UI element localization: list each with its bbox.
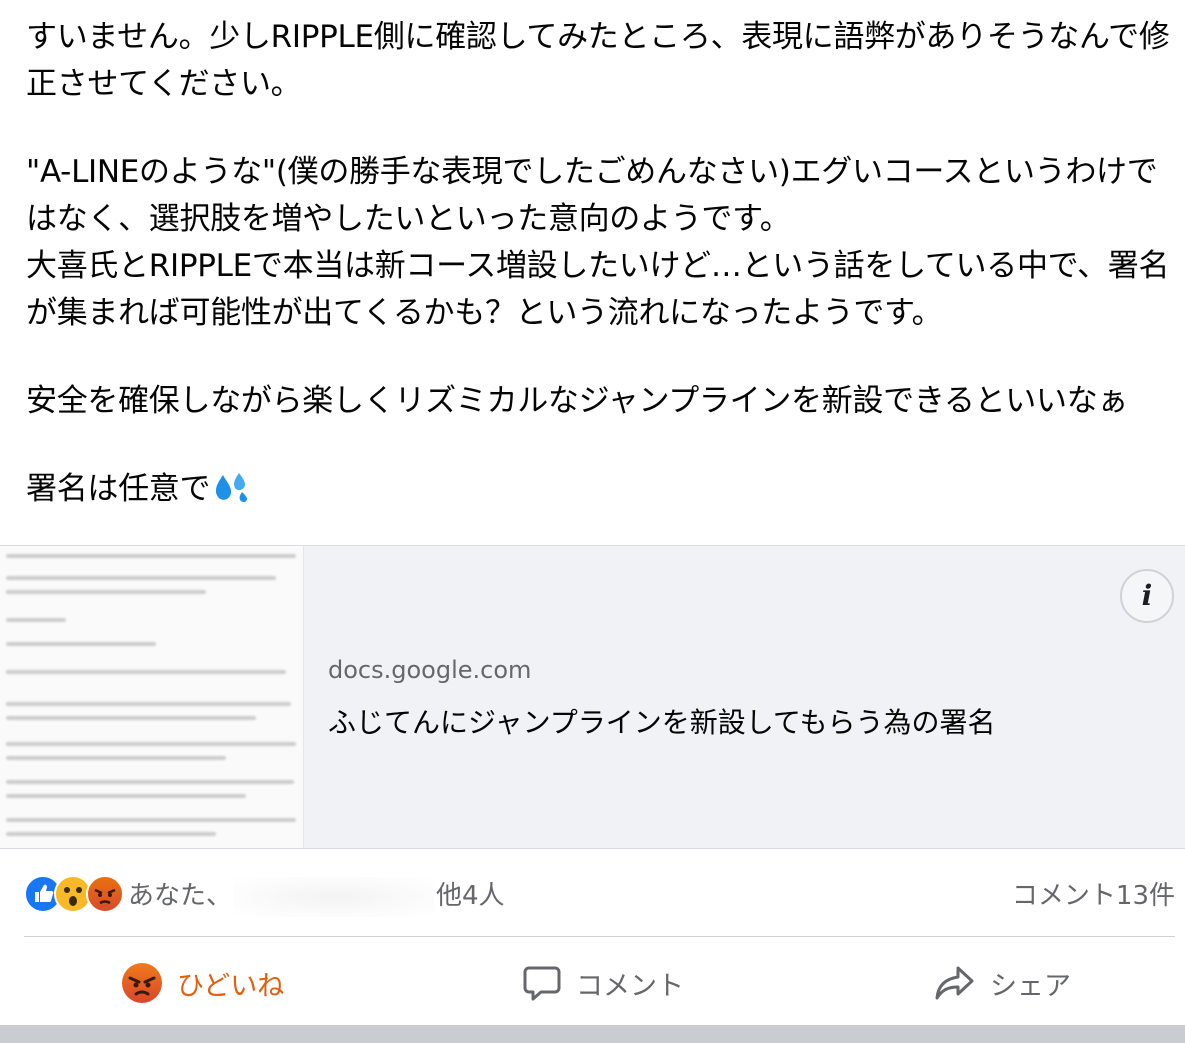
comment-label: コメント bbox=[576, 970, 684, 1002]
reaction-suffix: 他4人 bbox=[436, 881, 505, 911]
react-label: ひどいね bbox=[177, 970, 285, 1002]
angry-face-icon bbox=[122, 963, 162, 1003]
link-domain: docs.google.com bbox=[328, 656, 532, 684]
post-paragraph-4-text: 署名は任意で bbox=[26, 471, 211, 507]
reaction-summary[interactable]: あなた、 他4人 bbox=[24, 873, 505, 917]
comment-count[interactable]: コメント13件 bbox=[1012, 875, 1175, 912]
redacted-names bbox=[234, 876, 435, 917]
post-paragraph-3: 安全を確保しながら楽しくリズミカルなジャンプラインを新設できるといいなぁ bbox=[26, 383, 1129, 419]
sweat-droplets-icon bbox=[212, 471, 250, 519]
link-title[interactable]: ふじてんにジャンプラインを新設してもらう為の署名 bbox=[328, 701, 996, 741]
share-button[interactable]: シェア bbox=[934, 958, 1071, 1008]
post-paragraph-1: すいません。少しRIPPLE側に確認してみたところ、表現に語弊がありそうなんで修… bbox=[26, 19, 1170, 102]
info-icon[interactable]: i bbox=[1120, 569, 1174, 623]
comment-bubble-icon bbox=[523, 966, 561, 1001]
reaction-prefix: あなた、 bbox=[128, 881, 233, 911]
reaction-names[interactable]: あなた、 他4人 bbox=[128, 875, 505, 917]
link-preview-card[interactable] bbox=[0, 545, 1185, 849]
post-paragraph-2: "A-LINEのような"(僕の勝手な表現でしたごめんなさい)エグいコースというわ… bbox=[26, 154, 1170, 331]
share-arrow-icon bbox=[935, 966, 974, 1000]
feed-separator bbox=[0, 1025, 1185, 1043]
post-paragraph-4: 署名は任意で bbox=[26, 466, 1176, 519]
action-divider bbox=[24, 936, 1175, 937]
react-button[interactable]: ひどいね bbox=[121, 958, 284, 1008]
link-thumbnail[interactable] bbox=[0, 546, 304, 848]
angry-reaction-icon bbox=[86, 875, 124, 913]
share-label: シェア bbox=[990, 970, 1071, 1002]
post-body: すいません。少しRIPPLE側に確認してみたところ、表現に語弊がありそうなんで修… bbox=[26, 14, 1176, 519]
comment-button[interactable]: コメント bbox=[522, 958, 684, 1008]
